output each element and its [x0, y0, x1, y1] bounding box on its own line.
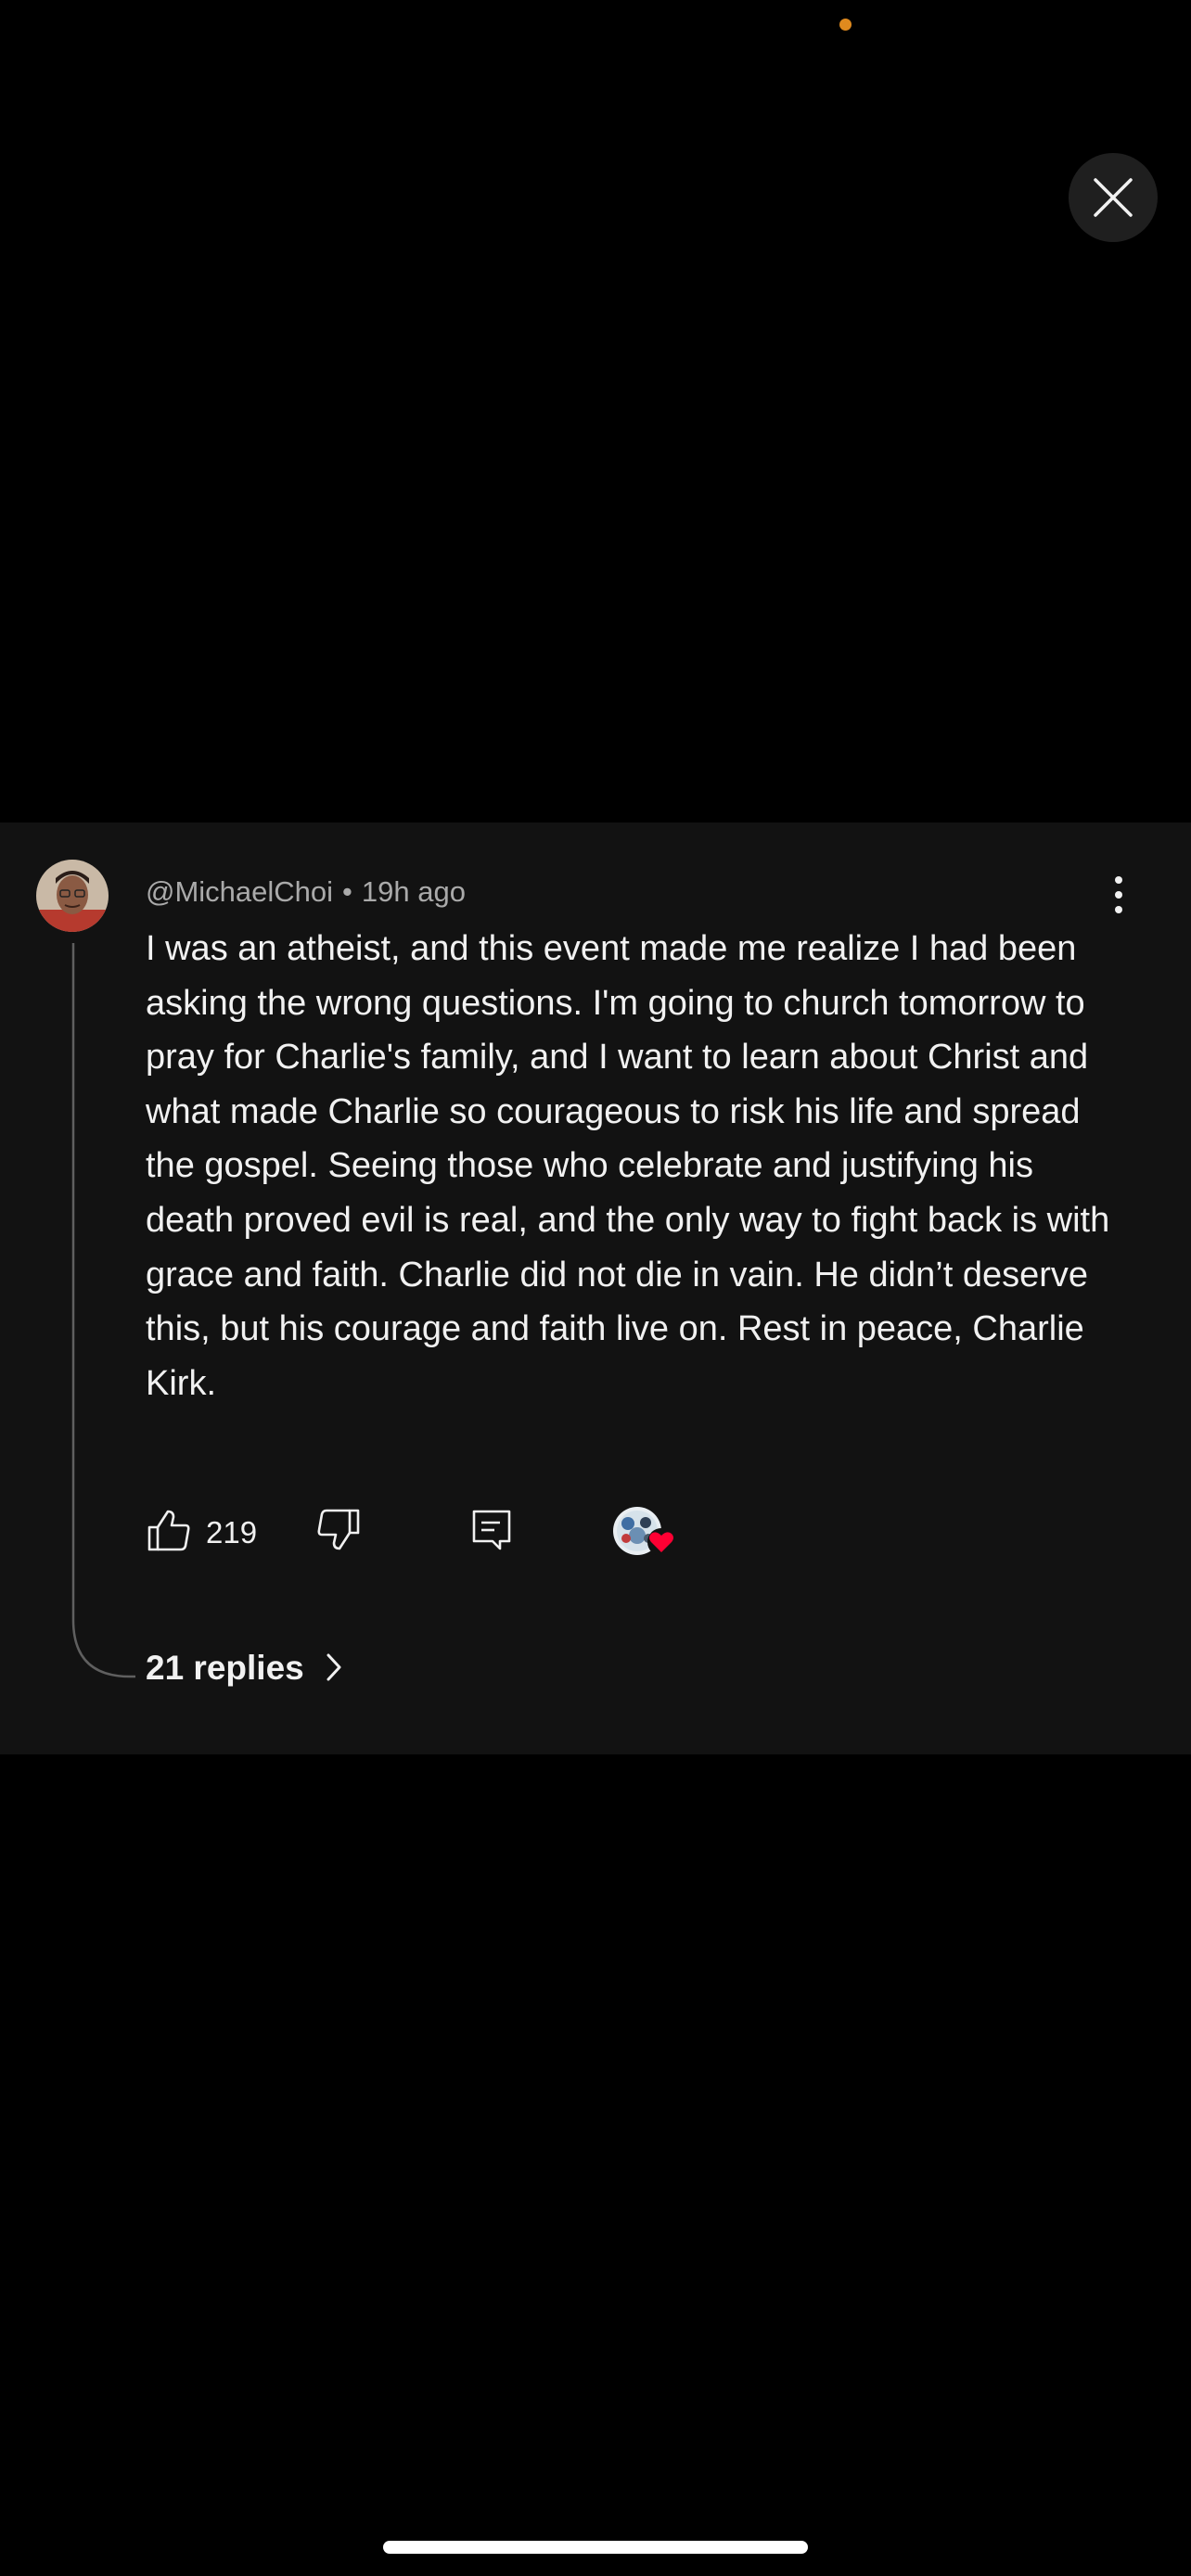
meta-separator: • — [342, 875, 352, 908]
creator-heart-icon — [647, 1528, 675, 1556]
more-dot-icon — [1115, 876, 1122, 884]
more-dot-icon — [1115, 891, 1122, 899]
comment-timestamp: 19h ago — [361, 875, 466, 908]
reply-button[interactable] — [470, 1508, 513, 1550]
author-handle[interactable]: @MichaelChoi — [146, 875, 333, 908]
like-button[interactable] — [146, 1507, 192, 1553]
comment-card: @MichaelChoi • 19h ago I was an atheist, a… — [0, 823, 1191, 1754]
dislike-button[interactable] — [315, 1507, 362, 1553]
home-indicator[interactable] — [383, 2541, 808, 2554]
creator-heart-badge[interactable] — [613, 1507, 676, 1561]
reply-thread-line — [71, 943, 135, 1678]
like-count: 219 — [206, 1515, 258, 1549]
reply-comment-icon — [472, 1510, 511, 1550]
replies-count-label: 21 replies — [146, 1648, 304, 1687]
more-options-button[interactable] — [1104, 865, 1133, 925]
thumbs-up-icon — [147, 1510, 190, 1551]
comment-body: I was an atheist, and this event made me… — [146, 929, 1110, 1403]
status-indicator-dot — [839, 19, 852, 31]
author-avatar[interactable] — [36, 860, 109, 932]
close-button[interactable] — [1069, 153, 1158, 242]
more-dot-icon — [1115, 906, 1122, 913]
avatar-image — [36, 860, 109, 932]
chevron-right-icon — [327, 1653, 341, 1681]
close-icon — [1094, 178, 1133, 217]
comment-meta: @MichaelChoi • 19h ago — [146, 877, 466, 906]
view-replies-link[interactable]: 21 replies — [146, 1646, 343, 1689]
thumbs-down-icon — [317, 1509, 360, 1550]
